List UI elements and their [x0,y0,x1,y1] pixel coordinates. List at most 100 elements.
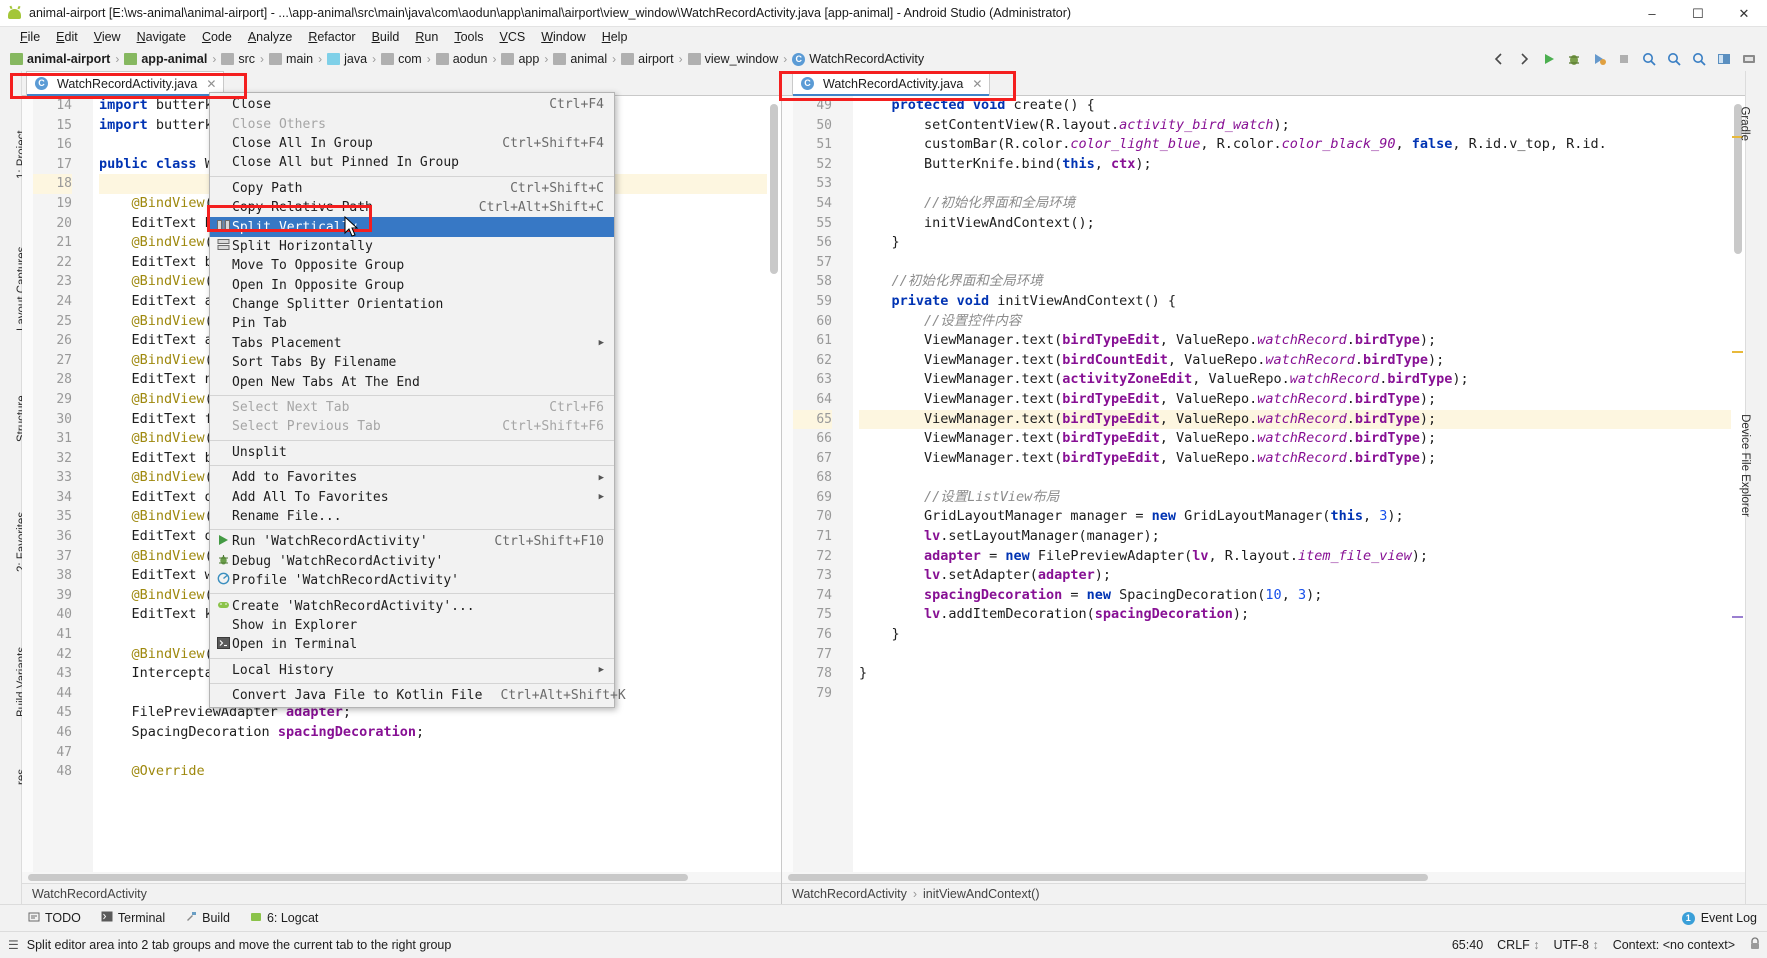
menu-build[interactable]: Build [364,29,408,45]
menu-edit[interactable]: Edit [48,29,86,45]
bottom-tool-6-logcat[interactable]: 6: Logcat [250,911,318,926]
code-line[interactable]: //初始化界面和全局环境 [859,194,1745,214]
menu-item-close-all-in-group[interactable]: Close All In Group Ctrl+Shift+F4 [210,134,614,153]
menu-item-close[interactable]: Close Ctrl+F4 [210,95,614,114]
code-line[interactable]: adapter = new FilePreviewAdapter(lv, R.l… [859,547,1745,567]
sdk-manager-icon[interactable] [1741,51,1757,67]
back-arrow-icon[interactable] [1491,51,1507,67]
breadcrumb-item-aodun[interactable]: aodun [435,52,487,66]
menu-item-show-in-explorer[interactable]: Show in Explorer [210,616,614,635]
menu-view[interactable]: View [86,29,129,45]
menu-vcs[interactable]: VCS [492,29,534,45]
fold-column-right[interactable] [839,96,853,872]
code-line[interactable]: setContentView(R.layout.activity_bird_wa… [859,116,1745,136]
search-everywhere-icon[interactable] [1641,51,1657,67]
code-line[interactable]: ViewManager.text(birdTypeEdit, ValueRepo… [859,390,1745,410]
breadcrumb-item-app[interactable]: app [501,52,539,66]
menu-item-split-horizontally[interactable]: Split Horizontally [210,237,614,256]
menu-item-create-watchrecordactivity[interactable]: Create 'WatchRecordActivity'... [210,596,614,615]
code-line[interactable]: } [859,233,1745,253]
code-line[interactable]: ViewManager.text(birdTypeEdit, ValueRepo… [859,409,1745,430]
menu-tools[interactable]: Tools [446,29,491,45]
coverage-icon[interactable] [1591,51,1607,67]
minimize-button[interactable]: – [1629,0,1675,27]
code-line[interactable]: protected void create() { [859,96,1745,116]
run-icon[interactable] [1541,51,1557,67]
code-line[interactable]: private void initViewAndContext() { [859,292,1745,312]
menu-item-open-new-tabs-at-the-end[interactable]: Open New Tabs At The End [210,372,614,391]
bottom-tool-terminal[interactable]: Terminal [101,911,165,925]
code-line[interactable]: customBar(R.color.color_light_blue, R.co… [859,135,1745,155]
lock-icon[interactable] [1749,936,1761,954]
code-line[interactable]: SpacingDecoration spacingDecoration; [99,723,781,743]
code-line[interactable]: //设置ListView布局 [859,488,1745,508]
status-bar-menu-icon[interactable]: ☰ [8,938,19,952]
close-icon[interactable]: ✕ [206,77,216,91]
horizontal-scrollbar-left[interactable] [22,872,781,883]
find-icon[interactable] [1666,51,1682,67]
code-line[interactable]: ButterKnife.bind(this, ctx); [859,155,1745,175]
fold-column-left[interactable] [79,96,93,872]
menu-item-convert-java-file-to-kotlin-file[interactable]: Convert Java File to Kotlin File Ctrl+Alt… [210,686,626,705]
breadcrumb-item-animal-airport[interactable]: animal-airport [10,52,110,66]
code-line[interactable] [859,645,1745,665]
code-area-right[interactable]: 49 50 51 52 53 54 55 56 57 58 59 60 61 62 63 64 65 66 67 68… [782,96,1745,872]
code-line[interactable] [859,253,1745,273]
menu-item-open-in-terminal[interactable]: Open in Terminal [210,635,614,654]
menu-item-rename-file[interactable]: Rename File... [210,507,614,526]
close-icon[interactable]: ✕ [972,77,982,91]
breadcrumb-item-src[interactable]: src [221,52,255,66]
menu-item-add-to-favorites[interactable]: Add to Favorites ▶ [210,468,614,487]
tool-window-device-file-explorer[interactable]: Device File Explorer [1739,414,1751,517]
code-line[interactable] [859,468,1745,488]
menu-item-change-splitter-orientation[interactable]: Change Splitter Orientation [210,295,614,314]
maximize-button[interactable]: ☐ [1675,0,1721,27]
tab-watchrecordactivity-left[interactable]: C WatchRecordActivity.java ✕ [26,71,225,96]
code-line[interactable]: lv.setLayoutManager(manager); [859,527,1745,547]
file-encoding[interactable]: UTF-8 ↕ [1554,938,1599,952]
close-button[interactable]: ✕ [1721,0,1767,27]
menu-help[interactable]: Help [594,29,636,45]
code-line[interactable]: } [859,664,1745,684]
breadcrumb-item-airport[interactable]: airport [621,52,674,66]
code-line[interactable]: lv.setAdapter(adapter); [859,566,1745,586]
menu-file[interactable]: File [12,29,48,45]
tab-context-menu[interactable]: Close Ctrl+F4 Close Others Close All In Gro… [209,92,626,709]
menu-item-profile-watchrecordactivity[interactable]: Profile 'WatchRecordActivity' [210,571,614,590]
breadcrumb-item-animal[interactable]: animal [553,52,607,66]
bottom-tool-build[interactable]: Build [185,911,230,926]
code-line[interactable]: spacingDecoration = new SpacingDecoratio… [859,586,1745,606]
tab-watchrecordactivity-right[interactable]: C WatchRecordActivity.java ✕ [792,71,991,96]
context-indicator[interactable]: Context: <no context> [1613,938,1735,952]
breadcrumb-item-com[interactable]: com [381,52,422,66]
vertical-scrollbar-left[interactable] [767,96,781,872]
line-separator[interactable]: CRLF ↕ [1497,938,1539,952]
debug-icon[interactable] [1566,51,1582,67]
code-line[interactable]: ViewManager.text(birdTypeEdit, ValueRepo… [859,429,1745,449]
code-line[interactable]: GridLayoutManager manager = new GridLayo… [859,507,1745,527]
menu-item-add-all-to-favorites[interactable]: Add All To Favorites ▶ [210,487,614,506]
menu-item-close-all-but-pinned-in-group[interactable]: Close All but Pinned In Group [210,153,614,172]
code-line[interactable]: //设置控件内容 [859,312,1745,332]
horizontal-scrollbar-right[interactable] [782,872,1745,883]
menu-refactor[interactable]: Refactor [300,29,363,45]
bottom-tool-todo[interactable]: TODO [28,911,81,926]
code-line[interactable]: @Override [99,762,781,782]
menu-run[interactable]: Run [407,29,446,45]
menu-item-debug-watchrecordactivity[interactable]: Debug 'WatchRecordActivity' [210,552,614,571]
menu-item-copy-path[interactable]: Copy Path Ctrl+Shift+C [210,179,614,198]
menu-item-copy-relative-path[interactable]: Copy Relative Path Ctrl+Alt+Shift+C [210,198,614,217]
menu-item-unsplit[interactable]: Unsplit [210,443,614,462]
menu-analyze[interactable]: Analyze [240,29,300,45]
code-line[interactable]: initViewAndContext(); [859,214,1745,234]
menu-code[interactable]: Code [194,29,240,45]
menu-item-local-history[interactable]: Local History ▶ [210,661,614,680]
breadcrumb-item-view-window[interactable]: view_window [687,52,778,66]
line-number-gutter-left[interactable]: 14 15 16 17 18 19 20 21 22 23 24 25 26 27 28 29 30 31 32 33… [33,96,79,872]
breadcrumb-item-watchrecordactivity[interactable]: C WatchRecordActivity [792,52,924,66]
source-code-right[interactable]: protected void create() { setContentView… [853,96,1745,872]
caret-position[interactable]: 65:40 [1452,938,1483,952]
zoom-icon[interactable] [1691,51,1707,67]
code-line[interactable]: //初始化界面和全局环境 [859,272,1745,292]
menu-item-run-watchrecordactivity[interactable]: Run 'WatchRecordActivity' Ctrl+Shift+F10 [210,532,614,551]
